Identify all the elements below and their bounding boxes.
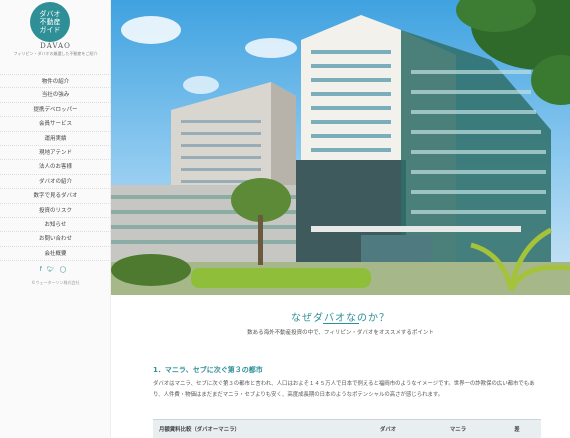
nav-item-member-services[interactable]: 会員サービス [0, 117, 111, 132]
social-links: f🐦︎◯ [0, 266, 111, 273]
table-header-cell: ダバオ [379, 427, 397, 433]
nav-item-contact[interactable]: お問い合わせ [0, 232, 111, 247]
nav-item-properties[interactable]: 物件の紹介 [0, 74, 111, 89]
logo-line-2: 不動産 [39, 18, 61, 26]
main-content: なぜダバオなのか？ 数ある海外不動産投資の中で、フィリピン・ダバオをオススメする… [111, 295, 570, 438]
logo-tagline: フィリピン・ダバオの厳選した不動産をご紹介 [13, 51, 98, 56]
nav-item-investment-risk[interactable]: 投資のリスク [0, 204, 111, 218]
facebook-icon[interactable]: f [40, 266, 47, 273]
nav-item-davao-numbers[interactable]: 数字で見るダバオ [0, 189, 111, 204]
copyright: ©ウェーターソン株式会社 [31, 280, 80, 285]
hero-buildings-illustration [111, 0, 570, 295]
table-header-cell: 月額賃料比較（ダバオーマニラ） [159, 427, 240, 433]
title-underline [323, 323, 359, 324]
nav-item-strengths[interactable]: 当社の強み [0, 88, 111, 103]
nav-item-corporate[interactable]: 法人のお客様 [0, 160, 111, 175]
logo-line-3: ガイド [39, 26, 61, 34]
nav-item-local-attend[interactable]: 現地アテンド [0, 146, 111, 161]
table-header-cell: マニラ [449, 427, 467, 433]
nav-item-developers[interactable]: 提携デベロッパー [0, 103, 111, 118]
page-title: なぜダバオなのか？ [291, 313, 390, 324]
section-title: 1．マニラ、セブに次ぐ第３の都市 [153, 366, 263, 374]
page-lead: 数ある海外不動産投資の中で、フィリピン・ダバオをオススメするポイント [247, 330, 434, 336]
main-nav: 物件の紹介 当社の強み 提携デベロッパー 会員サービス 運用実績 現地アテンド … [0, 74, 111, 262]
logo-wordmark: DAVAO [40, 42, 71, 50]
brand-logo[interactable]: ダバオ 不動産 ガイド [30, 2, 70, 42]
logo-line-1: ダバオ [39, 10, 61, 18]
nav-item-track-record[interactable]: 運用実績 [0, 132, 111, 146]
rent-comparison-table-header: 月額賃料比較（ダバオーマニラ） ダバオ マニラ 差 [153, 419, 541, 438]
sidebar: ダバオ 不動産 ガイド DAVAO フィリピン・ダバオの厳選した不動産をご紹介 … [0, 0, 111, 438]
twitter-icon[interactable]: 🐦︎ [47, 266, 60, 273]
hero-image [111, 0, 570, 295]
nav-item-company[interactable]: 会社概要 [0, 247, 111, 262]
section-paragraph: ダバオはマニラ、セブに次ぐ第３の都市と言われ、人口はおよそ１４５万人で日本で例え… [153, 381, 535, 398]
instagram-icon[interactable]: ◯ [60, 266, 72, 273]
nav-item-news[interactable]: お知らせ [0, 218, 111, 233]
nav-item-about-davao[interactable]: ダバオの紹介 [0, 175, 111, 190]
table-header-cell: 差 [514, 427, 520, 433]
